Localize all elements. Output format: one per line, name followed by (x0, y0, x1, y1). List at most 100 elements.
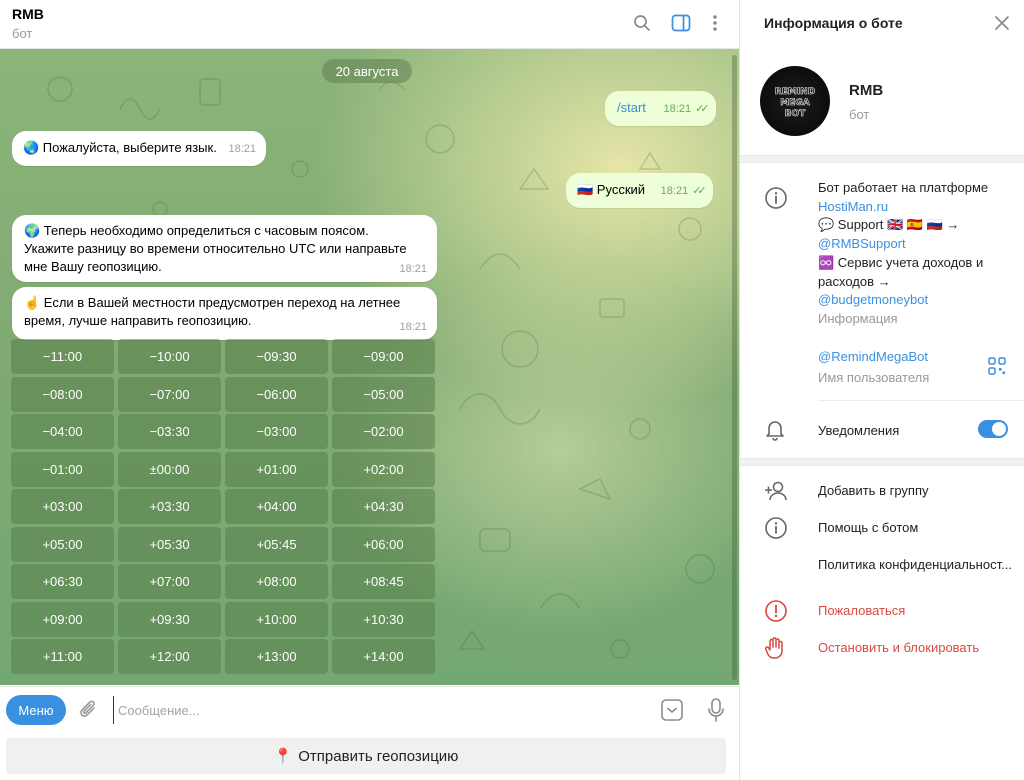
bot-help-label: Помощь с ботом (818, 520, 919, 535)
avatar[interactable]: REMIND MEGA BOT (760, 66, 830, 136)
timezone-button[interactable]: +11:00 (11, 639, 114, 674)
message-list[interactable]: 20 августа /start 18:21 ✓✓ 🌏 Пожалуйста, … (0, 49, 739, 685)
info-caption: Информация (818, 310, 898, 326)
message-incoming[interactable]: 🌏 Пожалуйста, выберите язык. 18:21 (12, 131, 266, 166)
timezone-button[interactable]: −03:00 (225, 414, 328, 449)
message-time: 18:21 (663, 103, 692, 115)
info-icon (764, 186, 788, 210)
message-time: 18:21 (228, 143, 256, 155)
message-incoming[interactable]: ☝️ Если в Вашей местности предусмотрен п… (12, 287, 437, 340)
timezone-button[interactable]: +04:30 (332, 489, 435, 524)
scrollbar[interactable] (732, 55, 737, 680)
composer: Меню (0, 686, 739, 732)
timezone-button[interactable]: +08:45 (332, 564, 435, 599)
bot-help-button[interactable]: Помощь с ботом (740, 510, 1024, 546)
timezone-button[interactable]: +09:00 (11, 601, 114, 637)
timezone-button[interactable]: +14:00 (332, 639, 435, 674)
message-outgoing[interactable]: /start 18:21 ✓✓ (605, 91, 716, 126)
notifications-toggle[interactable] (978, 420, 1008, 438)
add-to-group-button[interactable]: Добавить в группу (740, 473, 1024, 509)
privacy-policy-button[interactable]: Политика конфиденциальност... (740, 547, 1024, 583)
timezone-button[interactable]: +02:00 (332, 451, 435, 487)
search-icon[interactable] (630, 11, 654, 35)
message-text: 🌏 Пожалуйста, выберите язык. (23, 140, 217, 155)
timezone-button[interactable]: +05:45 (225, 526, 328, 562)
timezone-button[interactable]: −07:00 (118, 376, 221, 412)
message-input[interactable] (113, 696, 633, 724)
more-vertical-icon[interactable] (703, 11, 727, 35)
timezone-button[interactable]: +08:00 (225, 564, 328, 599)
chat-header[interactable]: RMB бот (0, 0, 739, 49)
timezone-button[interactable]: +10:00 (225, 601, 328, 637)
username-link[interactable]: @RemindMegaBot (818, 348, 929, 367)
timezone-button[interactable]: +09:30 (118, 601, 221, 637)
bot-info-panel: Информация о боте REMIND MEGA BOT RMB бо… (739, 0, 1024, 780)
timezone-button[interactable]: −02:00 (332, 414, 435, 449)
timezone-button[interactable]: −11:00 (11, 339, 114, 374)
avatar-line: MEGA (780, 98, 809, 108)
timezone-button[interactable]: +03:00 (11, 489, 114, 524)
message-line: время, лучше направить геопозицию. (24, 313, 252, 328)
timezone-button[interactable]: +12:00 (118, 639, 221, 674)
message-time: 18:21 (660, 185, 689, 197)
close-icon[interactable] (993, 14, 1011, 32)
timezone-button[interactable]: +07:00 (118, 564, 221, 599)
timezone-button[interactable]: +06:00 (332, 526, 435, 562)
timezone-button[interactable]: −06:00 (225, 376, 328, 412)
message-line: Укажите разницу во времени относительно … (24, 241, 407, 256)
support-link[interactable]: @RMBSupport (818, 235, 1018, 254)
timezone-button[interactable]: −08:00 (11, 376, 114, 412)
timezone-button[interactable]: −01:00 (11, 451, 114, 487)
timezone-button[interactable]: −10:00 (118, 339, 221, 374)
description-line: Бот работает на платформе (818, 180, 989, 195)
timezone-button[interactable]: +13:00 (225, 639, 328, 674)
info-icon (764, 516, 788, 540)
chat-column: RMB бот 20 августа /start 18:21 ✓✓ 🌏 Пож… (0, 0, 739, 780)
report-button[interactable]: Пожаловаться (740, 593, 1024, 629)
add-user-icon (764, 479, 788, 503)
qr-code-icon[interactable] (988, 357, 1012, 381)
timezone-button[interactable]: +03:30 (118, 489, 221, 524)
timezone-button[interactable]: +04:00 (225, 489, 328, 524)
message-text[interactable]: /start (617, 100, 646, 115)
timezone-button[interactable]: −09:00 (332, 339, 435, 374)
stop-and-block-button[interactable]: Остановить и блокировать (740, 630, 1024, 666)
menu-button[interactable]: Меню (6, 695, 66, 725)
chat-title[interactable]: RMB (12, 6, 44, 22)
send-location-label: Отправить геопозицию (298, 747, 459, 765)
privacy-policy-label: Политика конфиденциальност... (818, 557, 1012, 572)
timezone-button[interactable]: +06:30 (11, 564, 114, 599)
timezone-button[interactable]: +10:30 (332, 601, 435, 637)
timezone-button[interactable]: −09:30 (225, 339, 328, 374)
username-block[interactable]: @RemindMegaBot Имя пользователя (818, 348, 929, 387)
panel-title: Информация о боте (764, 15, 903, 31)
divider (740, 155, 1024, 163)
message-outgoing[interactable]: 🇷🇺 Русский 18:21 ✓✓ (566, 173, 713, 208)
date-separator: 20 августа (322, 59, 412, 83)
budgetbot-link[interactable]: @budgetmoneybot (818, 291, 1018, 310)
message-line: ☝️ Если в Вашей местности предусмотрен п… (24, 295, 401, 310)
timezone-button[interactable]: +05:00 (11, 526, 114, 562)
paperclip-icon[interactable] (78, 698, 100, 722)
send-location-button[interactable]: 📍 Отправить геопозицию (6, 738, 726, 774)
timezone-button[interactable]: +05:30 (118, 526, 221, 562)
stop-and-block-label: Остановить и блокировать (818, 640, 980, 655)
microphone-icon[interactable] (706, 697, 726, 723)
description-line: 💬 Support 🇬🇧 🇪🇸 🇷🇺 → (818, 217, 960, 233)
bot-subtitle: бот (849, 107, 870, 122)
username-caption: Имя пользователя (818, 369, 930, 385)
message-incoming[interactable]: 🌍 Теперь необходимо определиться с часов… (12, 215, 437, 282)
message-time: 18:21 (399, 321, 427, 333)
hand-stop-icon (764, 636, 788, 660)
bot-keyboard-icon[interactable] (660, 698, 684, 722)
timezone-button[interactable]: −05:00 (332, 376, 435, 412)
side-panel-icon[interactable] (669, 11, 693, 35)
hostiman-link[interactable]: HostiMan.ru (818, 198, 1018, 217)
timezone-button[interactable]: −03:30 (118, 414, 221, 449)
pin-icon: 📍 (273, 748, 293, 765)
timezone-button[interactable]: ±00:00 (118, 451, 221, 487)
message-text: 🇷🇺 Русский (577, 182, 646, 197)
timezone-button[interactable]: +01:00 (225, 451, 328, 487)
divider (818, 400, 1024, 401)
timezone-button[interactable]: −04:00 (11, 414, 114, 449)
